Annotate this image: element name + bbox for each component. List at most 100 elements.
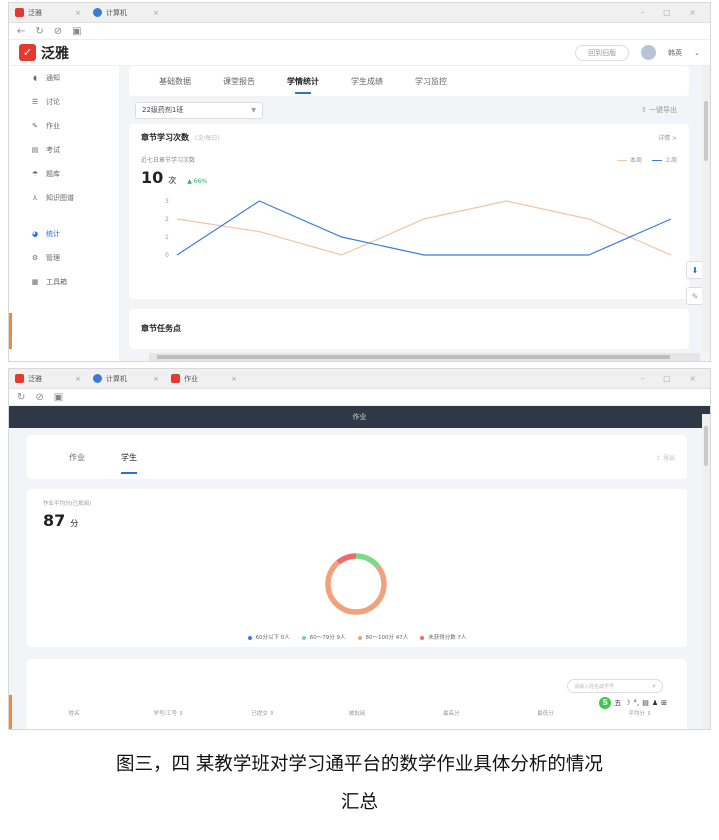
sogou-icon: S	[599, 697, 612, 709]
column-header[interactable]: 已提交 ⇕	[216, 709, 310, 717]
class-select[interactable]: 22级药剂1班 ▼	[135, 101, 263, 119]
globe-icon	[93, 8, 102, 17]
details-link[interactable]: 详情 >	[658, 133, 677, 142]
close-icon[interactable]: ×	[75, 375, 81, 383]
browser-tab[interactable]: 计算机 ×	[87, 3, 165, 23]
globe-icon	[93, 374, 102, 383]
logo[interactable]: ✓ 泛雅	[19, 43, 69, 63]
exam-icon: ▤	[31, 146, 39, 154]
sidebar-item[interactable]: ▤ 考试	[9, 138, 119, 162]
subtab[interactable]: 学生成绩	[351, 76, 383, 87]
browser-nav: ← ↻ ⊘ ▣	[9, 23, 710, 40]
legend-label: 本周	[629, 157, 642, 164]
chart-legend: 本周 上周	[616, 155, 677, 164]
column-header[interactable]: 被批阅	[310, 709, 404, 717]
keyboard-icon: ▤	[642, 699, 649, 707]
score-overview-card: 作业平均分(已批阅) 87 分 60分以下 0人 60～79分 9人 80～100分…	[27, 489, 687, 647]
table-header: 姓名 学号/工号 ⇕ 已提交 ⇕ 被批阅 最高分 最低分 平均分 ⇕	[27, 704, 687, 722]
sidebar-item-label: 讨论	[46, 98, 60, 106]
search-icon[interactable]: ⌕	[652, 682, 656, 691]
score-donut-chart	[325, 553, 387, 615]
close-icon[interactable]: ×	[231, 375, 237, 383]
refresh-icon[interactable]: ↻	[35, 26, 43, 37]
close-icon[interactable]: ×	[153, 9, 159, 17]
legend-label: 上周	[664, 157, 677, 164]
sidebar-item-label: 作业	[46, 122, 60, 130]
subtab-bar: 基础数据 课堂报告 学情统计 学生成绩 学习监控	[129, 66, 689, 96]
bookmark-icon[interactable]: ▣	[54, 392, 63, 403]
card-title: 章节学习次数	[141, 133, 189, 142]
sidebar-item[interactable]: ☰ 讨论	[9, 90, 119, 114]
old-version-button[interactable]: 回到旧版	[575, 44, 630, 61]
refresh-icon[interactable]: ↻	[17, 392, 25, 403]
chevron-down-icon[interactable]: ⌄	[694, 49, 700, 57]
subtab[interactable]: 基础数据	[159, 76, 191, 87]
close-icon[interactable]: ×	[75, 9, 81, 17]
column-header[interactable]: 学号/工号 ⇕	[121, 709, 215, 717]
stat-label: 近七日章节学习次数	[141, 157, 196, 164]
notice-icon: ◖	[33, 74, 37, 82]
browser-tab[interactable]: 作业 ×	[165, 369, 243, 389]
scrollbar-vertical[interactable]	[702, 66, 710, 351]
browser-tab-label: 作业	[184, 374, 198, 383]
column-header[interactable]: 平均分 ⇕	[593, 709, 687, 717]
window-controls[interactable]: – ▢ ×	[641, 8, 710, 17]
browser-tab[interactable]: 计算机 ×	[87, 369, 165, 389]
question-bank-icon: ☂	[31, 170, 39, 178]
column-header[interactable]: 最低分	[498, 709, 592, 717]
grid-icon: ⊞	[661, 699, 667, 707]
sidebar-item[interactable]: ⅄ 知识图谱	[9, 186, 119, 210]
export-all-button[interactable]: ⇪ 一键导出	[641, 105, 683, 115]
legend-swatch	[247, 635, 252, 640]
browser-tab[interactable]: 泛雅 ×	[9, 3, 87, 23]
sidebar-item[interactable]: ◕ 统计	[9, 222, 119, 246]
legend-item[interactable]: 60分以下 0人	[247, 633, 290, 641]
browser-tab[interactable]: 泛雅 ×	[9, 369, 87, 389]
sidebar-item[interactable]: ◖ 通知	[9, 66, 119, 90]
sidebar-item-label: 统计	[46, 230, 60, 238]
bookmark-icon[interactable]: ▣	[72, 26, 81, 37]
subtab[interactable]: 学习监控	[415, 76, 447, 87]
y-tick-label: 3	[165, 198, 169, 205]
legend-item[interactable]: 本周	[616, 155, 642, 164]
upload-icon: ⇪	[656, 454, 663, 462]
subtab[interactable]: 学情统计	[287, 76, 319, 94]
column-header[interactable]: 姓名	[27, 709, 121, 717]
ime-toolbar[interactable]: S 五 ☽ °, ▤ ♟ ⊞	[599, 697, 667, 709]
tab-students[interactable]: 学生	[121, 452, 137, 474]
legend-swatch	[420, 635, 425, 640]
sidebar-item[interactable]: ✎ 作业	[9, 114, 119, 138]
export-button[interactable]: ⇪ 导出	[656, 453, 687, 462]
legend-item[interactable]: 80～100分 47人	[357, 633, 408, 641]
tab-homework[interactable]: 作业	[69, 452, 85, 463]
sidebar-item[interactable]: ▦ 工具箱	[9, 270, 119, 294]
caption-line-2: 汇总	[340, 792, 378, 813]
legend-item[interactable]: 未获得分数 7人	[420, 633, 467, 641]
accent-bar	[9, 695, 12, 729]
figure-caption: 图三，四 某教学班对学习通平台的数学作业具体分析的情况 汇总	[0, 746, 719, 822]
subtab[interactable]: 课堂报告	[223, 76, 255, 87]
column-header[interactable]: 最高分	[404, 709, 498, 717]
link-icon[interactable]: ⊘	[35, 392, 43, 403]
sidebar-item[interactable]: ⚙ 管理	[9, 246, 119, 270]
close-icon[interactable]: ×	[153, 375, 159, 383]
browser-tab-bar: 泛雅 × 计算机 × 作业 × – ▢ ×	[9, 369, 710, 389]
scrollbar-horizontal[interactable]	[149, 353, 700, 361]
tab-bar: 作业 学生 ⇪ 导出	[27, 435, 687, 479]
fanya-icon	[171, 374, 180, 383]
link-icon[interactable]: ⊘	[54, 26, 62, 37]
back-icon[interactable]: ←	[17, 26, 25, 37]
legend-item[interactable]: 上周	[651, 155, 677, 164]
avatar[interactable]	[641, 45, 657, 60]
scrollbar-vertical[interactable]	[702, 414, 710, 729]
sidebar-item[interactable]: ☂ 题库	[9, 162, 119, 186]
window-controls[interactable]: – ▢ ×	[641, 374, 710, 383]
discussion-icon: ☰	[31, 98, 39, 106]
task-card: 章节任务点	[129, 309, 689, 349]
legend-item[interactable]: 60～79分 9人	[301, 633, 346, 641]
user-name[interactable]: 韩英	[668, 48, 682, 58]
legend-label: 60分以下 0人	[255, 635, 290, 641]
card-subtitle: (次/每日)	[195, 135, 220, 142]
accent-bar	[9, 313, 12, 349]
search-input[interactable]: 请输入姓名或学号 ⌕	[567, 679, 663, 693]
